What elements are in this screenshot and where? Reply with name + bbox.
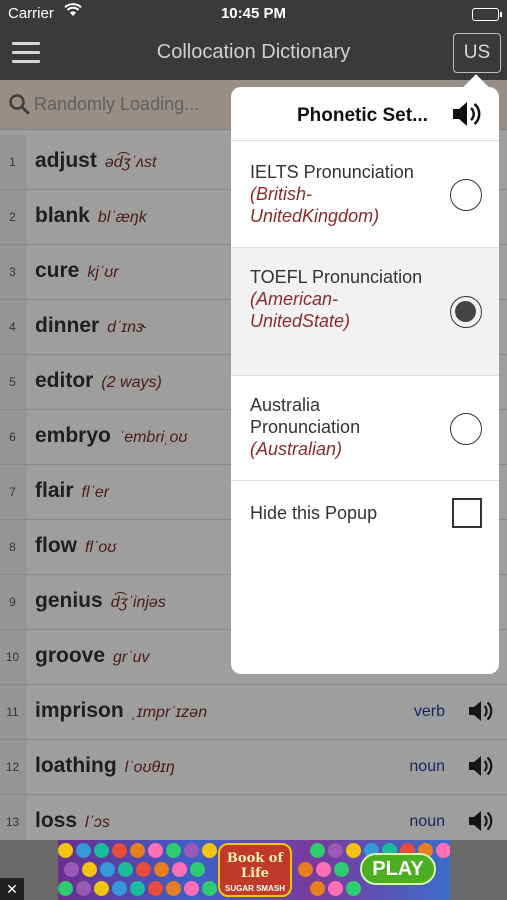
popup-header: Phonetic Set... bbox=[231, 87, 499, 141]
phonetic-option[interactable]: TOEFL Pronunciation (American-UnitedState… bbox=[231, 248, 499, 376]
app-screen: Carrier 10:45 PM Collocation Dictionary … bbox=[0, 0, 507, 900]
candy-gem bbox=[112, 881, 127, 896]
phonetic-option[interactable]: IELTS Pronunciation (British-UnitedKingdo… bbox=[231, 141, 499, 248]
candy-gem bbox=[172, 862, 187, 877]
candy-gem bbox=[94, 881, 109, 896]
candy-gem bbox=[130, 843, 145, 858]
candy-gem bbox=[148, 881, 163, 896]
candy-gem bbox=[310, 843, 325, 858]
nav-bar: Collocation Dictionary US bbox=[0, 28, 507, 80]
ad-logo: Book of Life SUGAR SMASH bbox=[218, 843, 292, 897]
candy-gem bbox=[58, 881, 73, 896]
popup-title: Phonetic Set... bbox=[297, 105, 428, 126]
hide-popup-label: Hide this Popup bbox=[250, 503, 378, 523]
candy-gem bbox=[166, 843, 181, 858]
phonetic-popup: Phonetic Set... IELTS Pronunciation (Brit… bbox=[231, 87, 499, 674]
candy-gem bbox=[64, 862, 79, 877]
candy-gem bbox=[166, 881, 181, 896]
candy-gem bbox=[298, 862, 313, 877]
candy-gem bbox=[76, 843, 91, 858]
candy-gem bbox=[190, 862, 205, 877]
option-name: TOEFL Pronunciation bbox=[250, 267, 423, 287]
candy-gem bbox=[58, 843, 73, 858]
language-button[interactable]: US bbox=[453, 33, 501, 73]
candy-gem bbox=[328, 843, 343, 858]
candy-gem bbox=[130, 881, 145, 896]
candy-gem bbox=[436, 843, 450, 858]
option-text: TOEFL Pronunciation (American-UnitedState… bbox=[250, 266, 435, 332]
candy-gem bbox=[154, 862, 169, 877]
option-region: (British-UnitedKingdom) bbox=[250, 184, 380, 226]
battery-icon bbox=[472, 8, 502, 21]
phonetic-option[interactable]: Australia Pronunciation (Australian) bbox=[231, 376, 499, 481]
candy-gem bbox=[76, 881, 91, 896]
hide-popup-row[interactable]: Hide this Popup bbox=[231, 481, 499, 546]
candy-gem bbox=[118, 862, 133, 877]
option-name: Australia Pronunciation bbox=[250, 395, 361, 437]
ad-play-button[interactable]: PLAY bbox=[360, 853, 436, 885]
candy-gem bbox=[148, 843, 163, 858]
candy-gem bbox=[202, 881, 217, 896]
candy-gem bbox=[310, 881, 325, 896]
close-ad-button[interactable]: ✕ bbox=[0, 878, 24, 900]
status-time: 10:45 PM bbox=[220, 5, 287, 22]
radio-button[interactable] bbox=[450, 179, 482, 211]
candy-gem bbox=[202, 843, 217, 858]
option-text: IELTS Pronunciation (British-UnitedKingdo… bbox=[250, 161, 435, 227]
option-region: (Australian) bbox=[250, 439, 343, 459]
candy-gem bbox=[100, 862, 115, 877]
page-title: Collocation Dictionary bbox=[156, 41, 351, 63]
ad-logo-title: Book of Life bbox=[226, 851, 284, 881]
candy-gem bbox=[334, 862, 349, 877]
radio-button[interactable] bbox=[450, 413, 482, 445]
status-bar: Carrier 10:45 PM bbox=[0, 0, 507, 28]
popup-options: IELTS Pronunciation (British-UnitedKingdo… bbox=[231, 141, 499, 481]
ad-banner[interactable]: Book of Life SUGAR SMASH PLAY bbox=[58, 840, 450, 900]
candy-gem bbox=[112, 843, 127, 858]
option-name: IELTS Pronunciation bbox=[250, 162, 414, 182]
candy-gem bbox=[346, 881, 361, 896]
candy-gem bbox=[316, 862, 331, 877]
option-region: (American-UnitedState) bbox=[250, 289, 351, 331]
ad-logo-subtitle: SUGAR SMASH bbox=[224, 884, 285, 893]
speaker-icon[interactable] bbox=[451, 99, 483, 129]
radio-selected-dot bbox=[455, 301, 476, 322]
candy-gem bbox=[94, 843, 109, 858]
candy-gem bbox=[82, 862, 97, 877]
radio-button[interactable] bbox=[450, 296, 482, 328]
ad-bar: ✕ Book of Life SUGAR SMASH PLAY bbox=[0, 840, 507, 900]
option-text: Australia Pronunciation (Australian) bbox=[250, 394, 435, 460]
candy-gem bbox=[184, 843, 199, 858]
candy-gem bbox=[184, 881, 199, 896]
candy-gem bbox=[136, 862, 151, 877]
candy-gem bbox=[328, 881, 343, 896]
hide-popup-checkbox[interactable] bbox=[452, 498, 482, 528]
candy-gem bbox=[346, 843, 361, 858]
